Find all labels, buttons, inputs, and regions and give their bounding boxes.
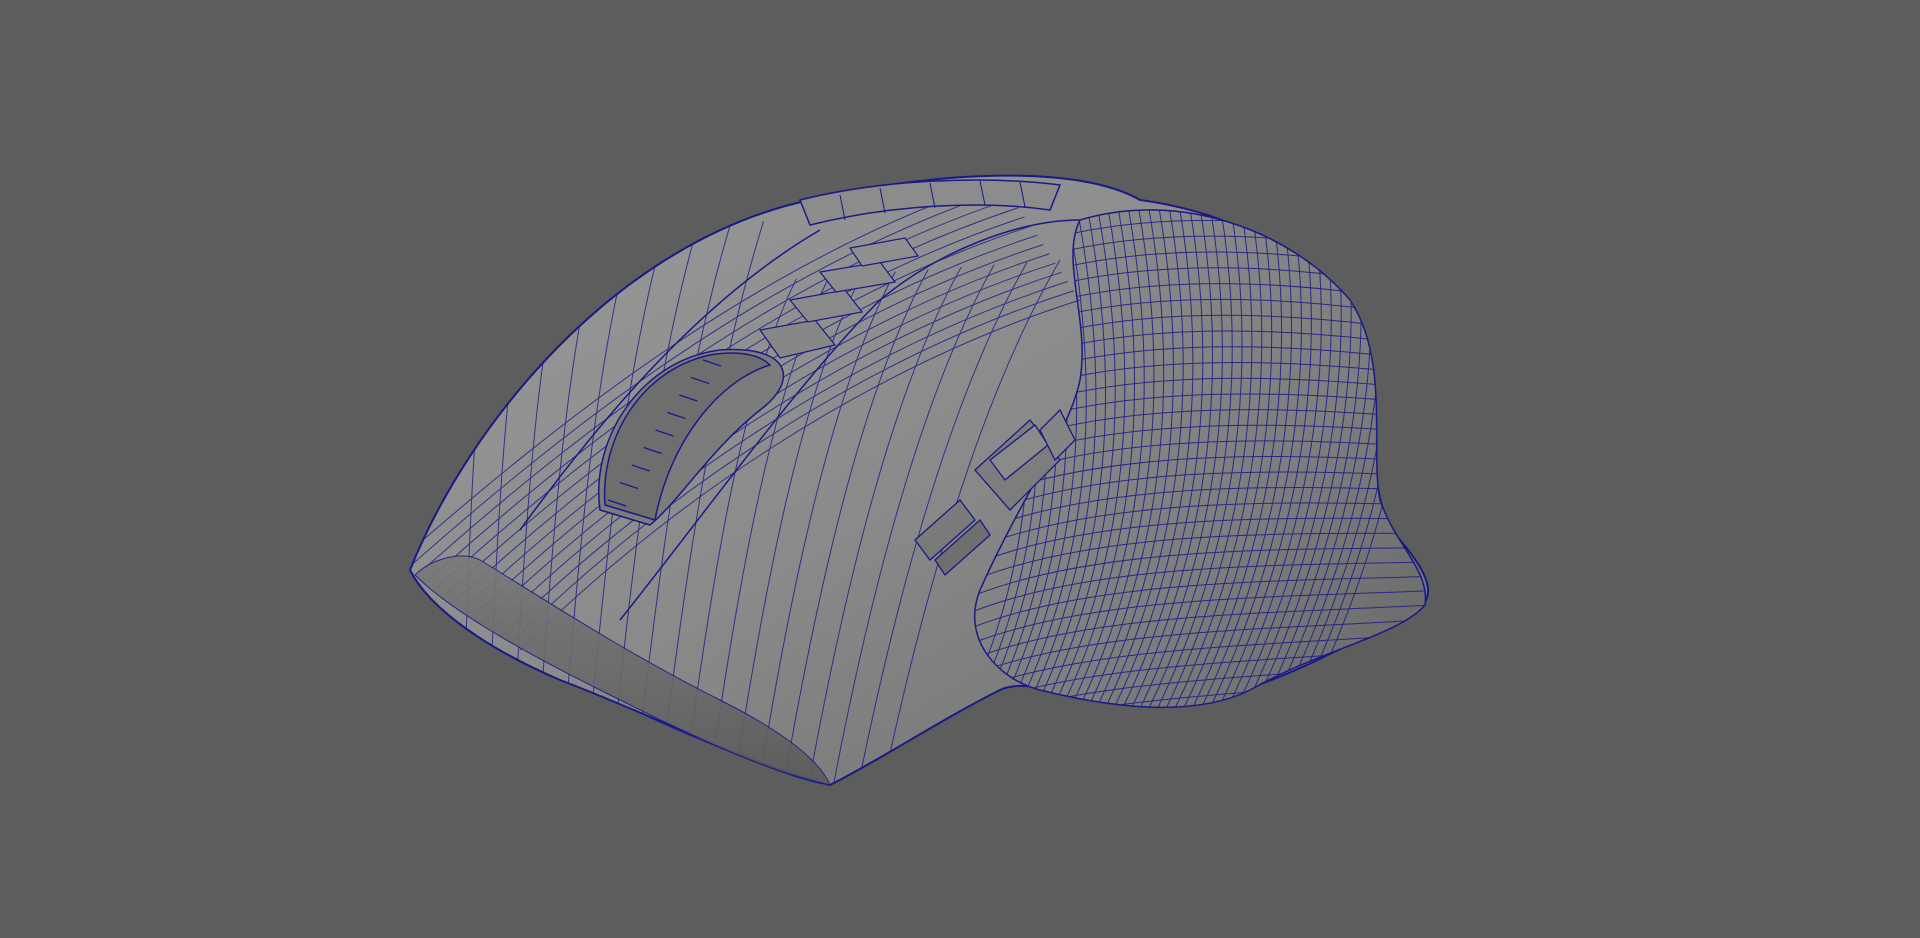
mouse-model-render <box>408 174 1429 787</box>
3d-viewport[interactable] <box>0 0 1920 938</box>
